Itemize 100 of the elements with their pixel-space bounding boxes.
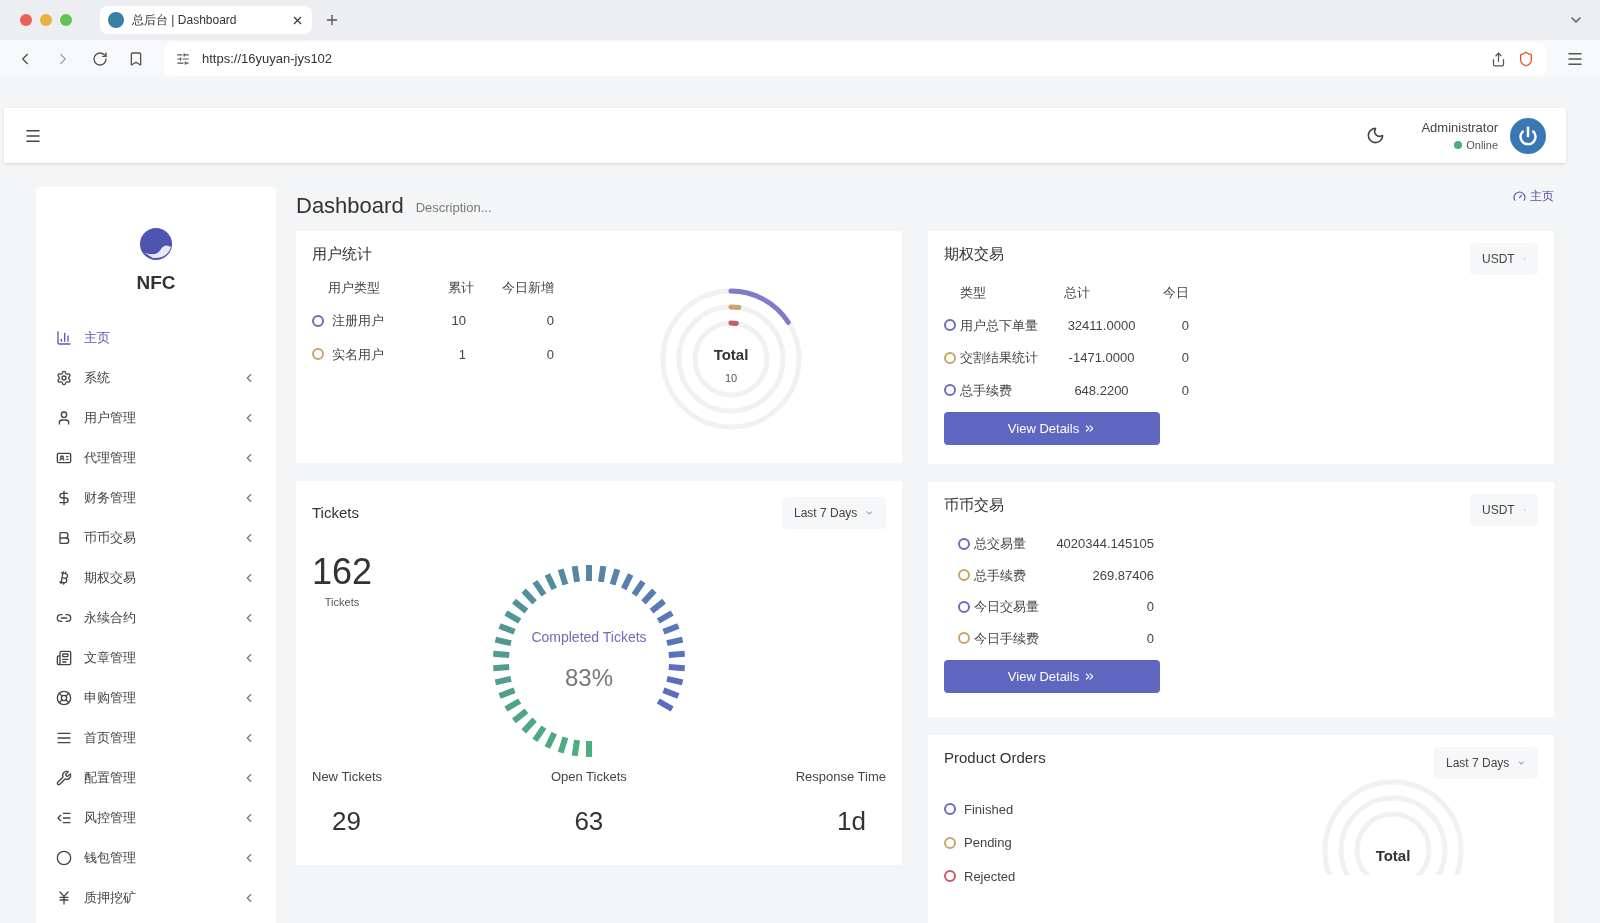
site-settings-icon[interactable]: [176, 52, 190, 66]
row-label: 总手续费: [974, 566, 1026, 585]
row-label: 今日手续费: [974, 629, 1039, 648]
table-cell-text: 用户总下单量: [960, 316, 1038, 335]
row-label: Finished: [964, 800, 1014, 819]
sidebar-item[interactable]: 永续合约: [36, 597, 276, 638]
sidebar-item[interactable]: 钱包管理: [36, 837, 276, 878]
row-value: 0: [1146, 598, 1154, 616]
card-title: 币币交易: [944, 495, 1004, 515]
stat-value: 63: [573, 805, 605, 838]
table-cell-text: 0: [1180, 381, 1189, 400]
table-cell-text: 0: [545, 345, 555, 364]
reload-icon[interactable]: [92, 51, 108, 67]
card-title: 期权交易: [944, 244, 1004, 264]
sidebar-item[interactable]: 代理管理: [36, 437, 276, 478]
row-value: 4020344.145105: [1056, 535, 1154, 553]
site-icon: [108, 12, 124, 28]
table-cell-text: 交割结果统计: [960, 349, 1038, 367]
card-title: Tickets: [312, 502, 359, 523]
column-header: 累计: [447, 278, 475, 297]
ticket-count-label: Tickets: [324, 595, 360, 610]
column-header: 今日: [1162, 284, 1189, 302]
circle-icon: [56, 849, 72, 866]
ticket-count: 162: [311, 550, 373, 594]
gear-icon: [56, 369, 72, 386]
bar-chart-icon: [56, 329, 72, 346]
moon-icon[interactable]: [1366, 126, 1386, 145]
stat-label: New Tickets: [312, 767, 383, 786]
sidebar-item[interactable]: 币币交易: [36, 517, 276, 558]
table-cell-text: 0: [1180, 349, 1189, 367]
table-cell-text: 注册用户: [332, 312, 384, 330]
dropdown[interactable]: USDT: [1470, 243, 1538, 275]
breadcrumb-link[interactable]: 主页: [1513, 187, 1554, 205]
dropdown[interactable]: Last 7 Days: [1434, 747, 1538, 779]
table-cell-text: 0: [545, 312, 555, 330]
stat-value: 1d: [836, 805, 867, 838]
close-window-icon[interactable]: [20, 14, 32, 26]
card-title: Product Orders: [944, 748, 1047, 768]
browser-tab[interactable]: 总后台 | Dashboard: [100, 6, 312, 34]
stat-label: Response Time: [795, 767, 886, 786]
address-field[interactable]: https://16yuyan-jys102: [202, 49, 333, 69]
stat-value: 29: [331, 805, 362, 838]
table-cell-text: -1471.0000: [1067, 349, 1136, 367]
ring-label: Total: [1375, 845, 1411, 866]
card-title: 用户统计: [312, 244, 373, 264]
row-value: 0: [1146, 629, 1154, 648]
column-header: 总计: [1063, 284, 1091, 302]
dropdown[interactable]: USDT: [1470, 494, 1538, 526]
lifebuoy-icon: [56, 689, 72, 706]
sidebar-item[interactable]: 期权交易: [36, 557, 276, 598]
sidebar-item[interactable]: 配置管理: [36, 757, 276, 798]
dashboard-icon: [1513, 189, 1526, 203]
column-header: 类型: [959, 284, 987, 302]
brand-name: NFC: [136, 271, 176, 295]
stat-label: Open Tickets: [550, 767, 627, 786]
sidebar-item[interactable]: 系统: [36, 357, 276, 398]
page-title: Dashboard: [296, 195, 404, 217]
table-cell-text: 1: [457, 345, 467, 364]
bold-b-icon: [56, 529, 72, 546]
page-description: Description...: [415, 198, 492, 217]
table-cell-text: 0: [1180, 316, 1189, 335]
sidebar-item[interactable]: 首页管理: [36, 717, 276, 758]
table-cell-text: 实名用户: [332, 345, 384, 364]
row-label: 今日交易量: [974, 598, 1039, 616]
sidebar-item[interactable]: 质押挖矿: [36, 877, 276, 918]
user-icon: [56, 409, 72, 426]
gauge-label: Completed Tickets: [531, 627, 647, 647]
shield-icon[interactable]: [1518, 51, 1534, 67]
sidebar-item[interactable]: 主页: [36, 317, 276, 358]
ring-value: 10: [724, 371, 738, 386]
table-cell-text: 总手续费: [960, 381, 1012, 400]
status-text: Online: [1466, 138, 1498, 153]
row-label: Rejected: [964, 867, 1016, 886]
column-header: 用户类型: [327, 278, 381, 297]
dollar-icon: [56, 489, 72, 506]
table-cell-text: 10: [450, 312, 467, 330]
new-tab-icon[interactable]: [324, 12, 340, 28]
sidebar-item[interactable]: 申购管理: [36, 677, 276, 718]
yen-icon: [56, 889, 72, 906]
column-header: 今日新增: [501, 278, 555, 297]
share-icon[interactable]: [1491, 51, 1506, 67]
power-avatar-icon[interactable]: [1510, 117, 1546, 154]
bookmark-icon[interactable]: [128, 51, 144, 67]
view-details-button[interactable]: View Details: [944, 412, 1160, 445]
wrench-icon: [56, 769, 72, 786]
table-cell-text: 32411.0000: [1066, 316, 1137, 335]
row-label: 总交易量: [974, 535, 1026, 553]
sidebar-item[interactable]: 用户管理: [36, 397, 276, 438]
newspaper-icon: [56, 649, 72, 666]
logo-icon: [139, 227, 173, 261]
view-details-button[interactable]: View Details: [944, 660, 1160, 693]
browser-menu-icon[interactable]: [1566, 50, 1584, 68]
table-cell-text: 648.2200: [1073, 381, 1130, 400]
sidebar-item[interactable]: 文章管理: [36, 637, 276, 678]
user-name: Administrator: [1421, 118, 1498, 137]
sidebar-item[interactable]: 风控管理: [36, 797, 276, 838]
ring-label: Total: [713, 344, 749, 365]
gauge-value: 83%: [564, 662, 613, 693]
dropdown[interactable]: Last 7 Days: [782, 497, 886, 529]
sidebar-item[interactable]: 财务管理: [36, 477, 276, 518]
